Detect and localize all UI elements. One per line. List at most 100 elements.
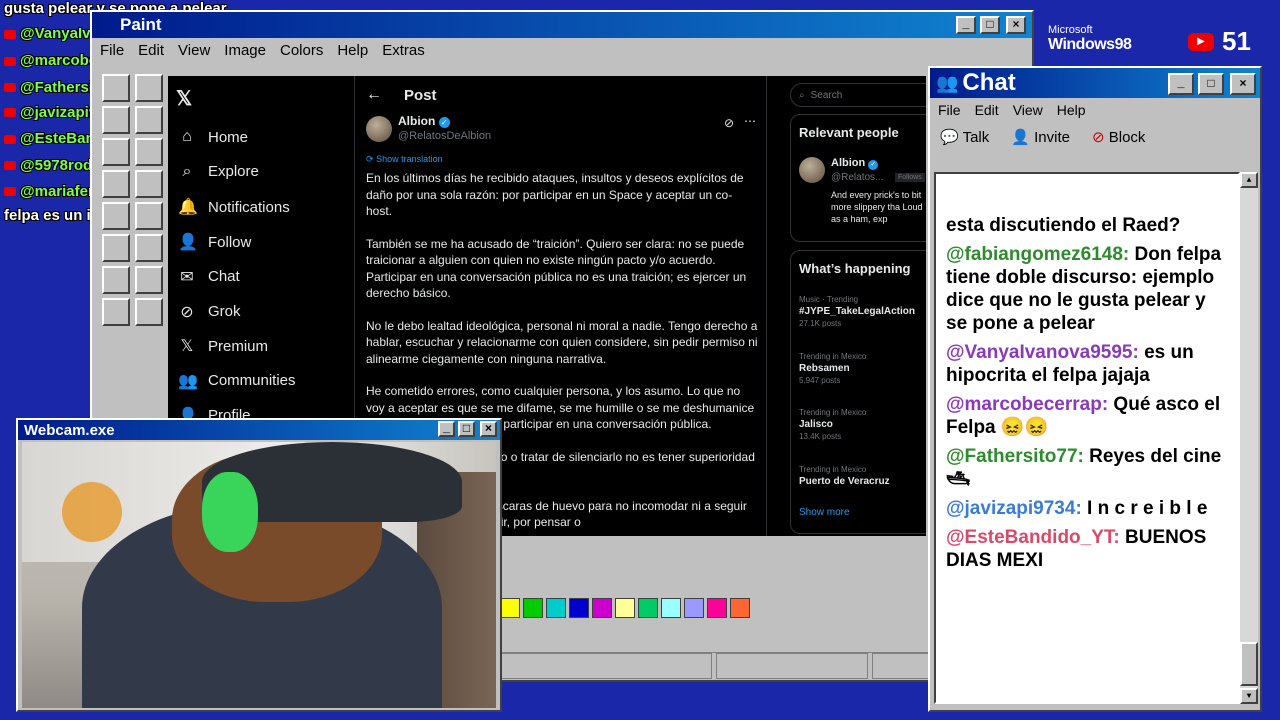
chat-scrollbar[interactable]: ▲ ▼ bbox=[1240, 172, 1258, 704]
palette-swatch[interactable] bbox=[730, 598, 750, 618]
nav-follow-icon: 👤 bbox=[178, 234, 198, 252]
paint-tool-button[interactable] bbox=[135, 266, 163, 294]
nav-item-follow[interactable]: 👤 Follow bbox=[178, 232, 251, 252]
nav-item-explore[interactable]: ⌕ Explore bbox=[178, 163, 259, 181]
paint-tool-button[interactable] bbox=[135, 138, 163, 166]
chat-log[interactable]: esta discutiendo el Raed? @fabiangomez614… bbox=[934, 172, 1240, 704]
back-arrow-icon[interactable]: ← bbox=[366, 86, 382, 104]
paint-tool-button[interactable] bbox=[102, 266, 130, 294]
paint-menu-item[interactable]: Help bbox=[337, 42, 368, 59]
chat-menu-item[interactable]: Edit bbox=[975, 102, 999, 118]
chat-menu-item[interactable]: View bbox=[1013, 102, 1043, 118]
chat-menu-item[interactable]: File bbox=[938, 102, 961, 118]
nav-item-premium[interactable]: 𝕏 Premium bbox=[178, 336, 268, 356]
paint-menu-item[interactable]: Colors bbox=[280, 42, 323, 59]
nav-item-grok[interactable]: ⊘ Grok bbox=[178, 302, 240, 322]
trend-item[interactable]: Trending in Mexico Puerto de Veracruz bbox=[799, 465, 926, 489]
paint-menu-item[interactable]: File bbox=[100, 42, 124, 59]
nav-item-home[interactable]: ⌂ Home bbox=[178, 128, 248, 146]
minimize-button[interactable]: _ bbox=[438, 421, 455, 437]
trend-item[interactable]: Trending in Mexico Rebsamen 5,947 posts bbox=[799, 352, 926, 385]
close-button[interactable]: × bbox=[1230, 73, 1256, 95]
palette-swatch[interactable] bbox=[707, 598, 727, 618]
scroll-thumb[interactable] bbox=[1240, 642, 1258, 686]
trend-item[interactable]: Music · Trending #JYPE_TakeLegalAction 27.… bbox=[799, 295, 926, 328]
palette-swatch[interactable] bbox=[546, 598, 566, 618]
chat-message: @javizapi9734: I n c r e i b l e bbox=[946, 498, 1208, 519]
paint-tool-button[interactable] bbox=[135, 298, 163, 326]
palette-swatch[interactable] bbox=[684, 598, 704, 618]
paint-tool-button[interactable] bbox=[102, 202, 130, 230]
paint-tool-button[interactable] bbox=[135, 74, 163, 102]
paint-tool-button[interactable] bbox=[135, 202, 163, 230]
youtube-icon bbox=[4, 187, 16, 197]
chat-message: esta discutiendo el Raed? bbox=[946, 215, 1181, 236]
relevant-avatar[interactable] bbox=[799, 157, 825, 183]
scroll-up-button[interactable]: ▲ bbox=[1240, 172, 1258, 188]
paint-tool-button[interactable] bbox=[102, 170, 130, 198]
palette-swatch[interactable] bbox=[523, 598, 543, 618]
webcam-video bbox=[22, 442, 496, 708]
palette-swatch[interactable] bbox=[615, 598, 635, 618]
palette-swatch[interactable] bbox=[638, 598, 658, 618]
post-paragraph: En los últimos días he recibido ataques,… bbox=[366, 171, 744, 218]
palette-swatch[interactable] bbox=[592, 598, 612, 618]
paint-menu-item[interactable]: Extras bbox=[382, 42, 425, 59]
maximize-button[interactable]: □ bbox=[458, 421, 475, 437]
more-icon[interactable]: ⋯ bbox=[744, 114, 756, 128]
paint-tool-button[interactable] bbox=[102, 74, 130, 102]
paint-tool-button[interactable] bbox=[102, 138, 130, 166]
paint-tool-button[interactable] bbox=[135, 170, 163, 198]
paint-menu-item[interactable]: Image bbox=[224, 42, 266, 59]
close-button[interactable]: × bbox=[1006, 16, 1026, 34]
talk-button[interactable]: 💬 Talk bbox=[940, 128, 989, 146]
trend-item[interactable]: Trending in Mexico Jalisco 13.4K posts bbox=[799, 408, 926, 441]
chat-message: @EsteBandido_YT: BUENOS DIAS MEXI bbox=[946, 527, 1207, 571]
youtube-icon bbox=[4, 83, 16, 93]
paint-tool-button[interactable] bbox=[102, 234, 130, 262]
maximize-button[interactable]: □ bbox=[1198, 73, 1224, 95]
post-paragraph: También se me ha acusado de “traición”. … bbox=[366, 236, 747, 301]
nav-item-notifications[interactable]: 🔔 Notifications bbox=[178, 197, 290, 217]
block-button[interactable]: ⊘ Block bbox=[1092, 128, 1145, 146]
nav-communities-icon: 👥 bbox=[178, 372, 198, 390]
palette-swatch[interactable] bbox=[500, 598, 520, 618]
minimize-button[interactable]: _ bbox=[1168, 73, 1194, 95]
paint-tool-button[interactable] bbox=[135, 106, 163, 134]
scroll-down-button[interactable]: ▼ bbox=[1240, 688, 1258, 704]
show-more-link[interactable]: Show more bbox=[799, 507, 850, 518]
verified-icon: ✓ bbox=[868, 160, 879, 170]
invite-button[interactable]: 👤 Invite bbox=[1011, 128, 1070, 146]
author-handle[interactable]: @RelatosDeAlbion bbox=[398, 130, 491, 142]
x-logo-icon[interactable]: 𝕏 bbox=[176, 86, 192, 111]
grok-icon[interactable]: ⊘ bbox=[724, 116, 734, 130]
paint-tool-button[interactable] bbox=[135, 234, 163, 262]
youtube-icon bbox=[4, 56, 16, 66]
paint-tool-button[interactable] bbox=[102, 298, 130, 326]
paint-menu-item[interactable]: View bbox=[178, 42, 210, 59]
search-input[interactable]: ⌕ Search bbox=[790, 83, 926, 107]
chat-toolbar: 💬 Talk 👤 Invite ⊘ Block bbox=[930, 122, 1260, 152]
chat-menu-item[interactable]: Help bbox=[1057, 102, 1086, 118]
maximize-button[interactable]: □ bbox=[980, 16, 1000, 34]
show-translation-link[interactable]: Show translation bbox=[376, 154, 443, 164]
relevant-name[interactable]: Albion bbox=[831, 157, 865, 169]
nav-item-chat[interactable]: ✉ Chat bbox=[178, 267, 239, 287]
nav-item-communities[interactable]: 👥 Communities bbox=[178, 371, 296, 391]
invite-icon: 👤 bbox=[1011, 129, 1030, 146]
author-name[interactable]: Albion bbox=[398, 114, 435, 128]
paint-menu-item[interactable]: Edit bbox=[138, 42, 164, 59]
verified-icon: ✓ bbox=[438, 117, 450, 128]
relevant-people-card: Relevant people Albion ✓ @Relatos... Fol… bbox=[790, 114, 926, 242]
close-button[interactable]: × bbox=[480, 421, 497, 437]
palette-swatch[interactable] bbox=[661, 598, 681, 618]
youtube-icon bbox=[4, 108, 16, 118]
palette-swatch[interactable] bbox=[569, 598, 589, 618]
author-avatar[interactable] bbox=[366, 116, 392, 142]
chat-message: @marcobecerrap: Qué asco el Felpa 😖😖 bbox=[946, 394, 1221, 438]
whats-happening-card: What’s happening Music · Trending #JYPE_T… bbox=[790, 250, 926, 534]
minimize-button[interactable]: _ bbox=[956, 16, 976, 34]
paint-tool-button[interactable] bbox=[102, 106, 130, 134]
paint-titlebar: Paint _ □ × bbox=[92, 12, 1032, 38]
viewer-count: ▶ 51 bbox=[1188, 26, 1251, 57]
